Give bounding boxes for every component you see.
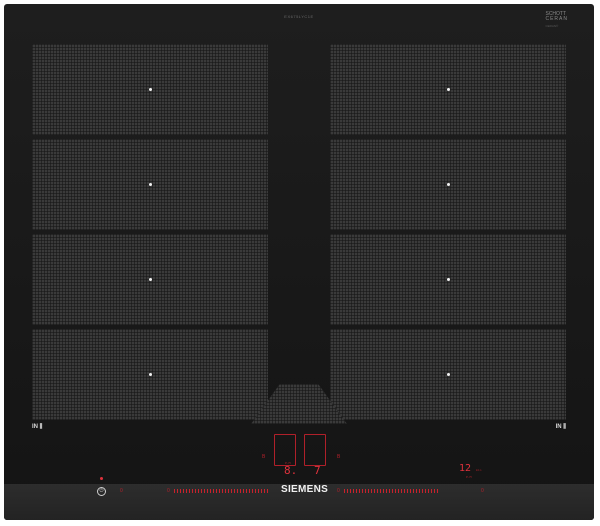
zone-center-dot: [446, 373, 450, 376]
left-power-slider[interactable]: [174, 489, 270, 493]
right-marker: B: [337, 454, 341, 460]
left-slider-zero: 0: [167, 488, 170, 494]
right-flex-indicator: IN ⫼: [555, 424, 566, 430]
zone-center-dot: [148, 373, 152, 376]
brand-logo: SIEMENS: [281, 484, 329, 495]
zone-center-dot: [148, 183, 152, 186]
model-label: EX675LYC1E: [284, 14, 314, 19]
left-cooking-area: [32, 44, 268, 422]
left-zone-3[interactable]: [32, 234, 268, 325]
timer-display[interactable]: 12: [459, 463, 471, 474]
zone-center-dot: [446, 183, 450, 186]
right-zone-3[interactable]: [330, 234, 566, 325]
power-led-icon: [100, 477, 103, 480]
left-zone-4[interactable]: [32, 329, 268, 420]
left-power-level: 8.: [284, 464, 298, 477]
left-zone-1[interactable]: [32, 44, 268, 135]
ceran-text: CERAN: [545, 16, 568, 22]
schott-ceran-logo: SCHOTT CERAN CERAN®: [545, 12, 568, 29]
right-zone-1[interactable]: [330, 44, 566, 135]
right-slider-end: 0: [481, 488, 484, 494]
left-zone-2[interactable]: [32, 139, 268, 230]
right-zone-4[interactable]: [330, 329, 566, 420]
right-cooking-area: [330, 44, 566, 422]
induction-hob: EX675LYC1E SCHOTT CERAN CERAN® IN ⫼ IN ⫼…: [4, 4, 594, 520]
timer-unit: min: [476, 468, 482, 472]
power-icon: ⏻: [99, 488, 104, 494]
left-flex-indicator: IN ⫼: [32, 424, 43, 430]
zone-center-dot: [446, 88, 450, 91]
left-marker: B: [262, 454, 266, 460]
power-button[interactable]: ⏻: [97, 487, 106, 496]
zone-center-dot: [148, 278, 152, 281]
right-display-frame: [304, 434, 326, 466]
right-power-slider[interactable]: [344, 489, 440, 493]
zone-center-dot: [148, 88, 152, 91]
right-slider-zero: 0: [337, 488, 340, 494]
right-zone-2[interactable]: [330, 139, 566, 230]
left-slider-start: 0: [120, 488, 123, 494]
zone-center-dot: [446, 278, 450, 281]
ceran-tiny: CERAN®: [545, 24, 559, 28]
timer-sub: P-M: [466, 475, 472, 479]
right-power-level: 7: [314, 464, 321, 477]
